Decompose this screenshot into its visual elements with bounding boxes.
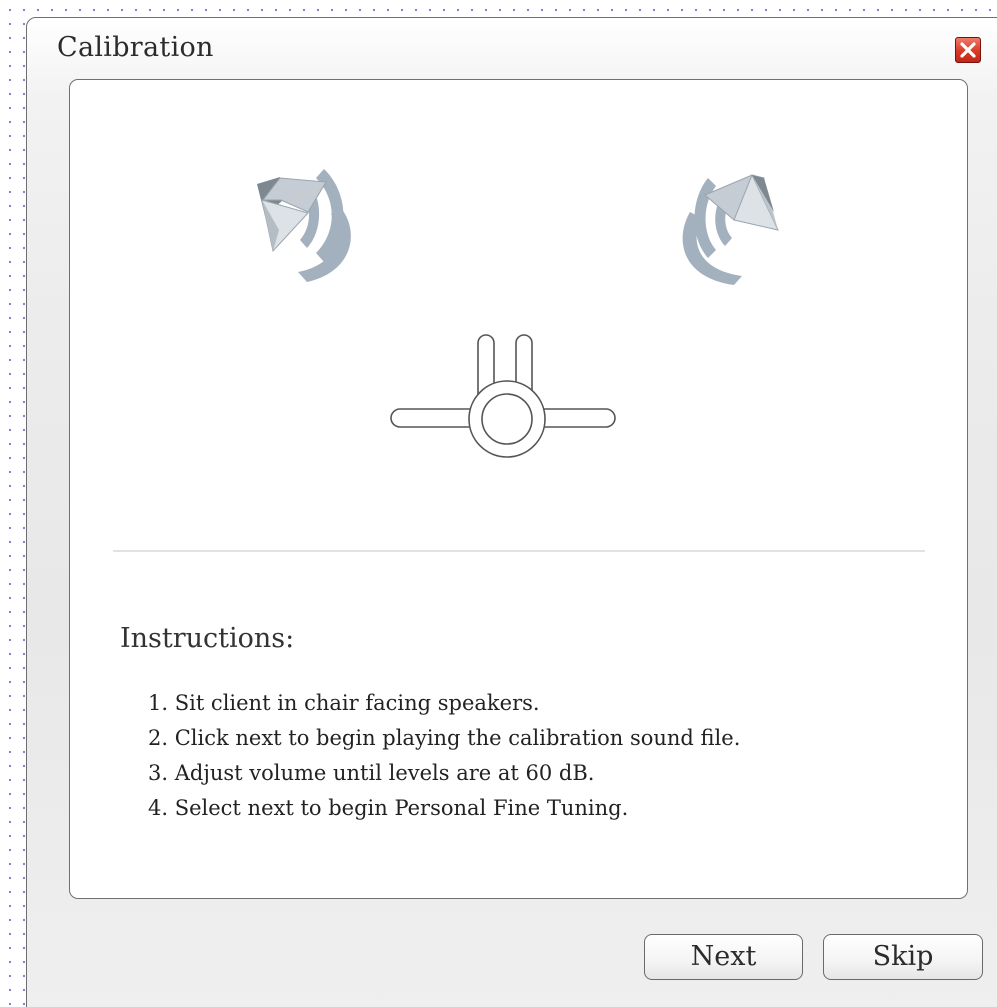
left-speaker-icon [257,169,351,282]
instructions-heading: Instructions: [120,623,295,654]
section-divider [113,550,925,552]
desktop-background: Calibration Instructions: 1. Sit client … [0,0,997,1007]
right-speaker-icon [682,173,779,285]
instruction-step: 4. Select next to begin Personal Fine Tu… [148,796,629,820]
instruction-step: 1. Sit client in chair facing speakers. [148,691,540,715]
skip-button[interactable]: Skip [823,934,983,980]
content-panel: Instructions: 1. Sit client in chair fac… [69,79,968,899]
close-icon [960,42,976,58]
instruction-step: 3. Adjust volume until levels are at 60 … [148,761,595,785]
dialog-title: Calibration [57,32,214,63]
next-button[interactable]: Next [644,934,803,980]
instruction-step: 2. Click next to begin playing the calib… [148,726,741,750]
close-button[interactable] [955,37,981,63]
calibration-dialog: Calibration Instructions: 1. Sit client … [26,17,997,1007]
speaker-layout-illustration [257,169,779,458]
instruction-list: 1. Sit client in chair facing speakers. … [148,686,740,826]
chair-listener-icon [390,334,616,458]
